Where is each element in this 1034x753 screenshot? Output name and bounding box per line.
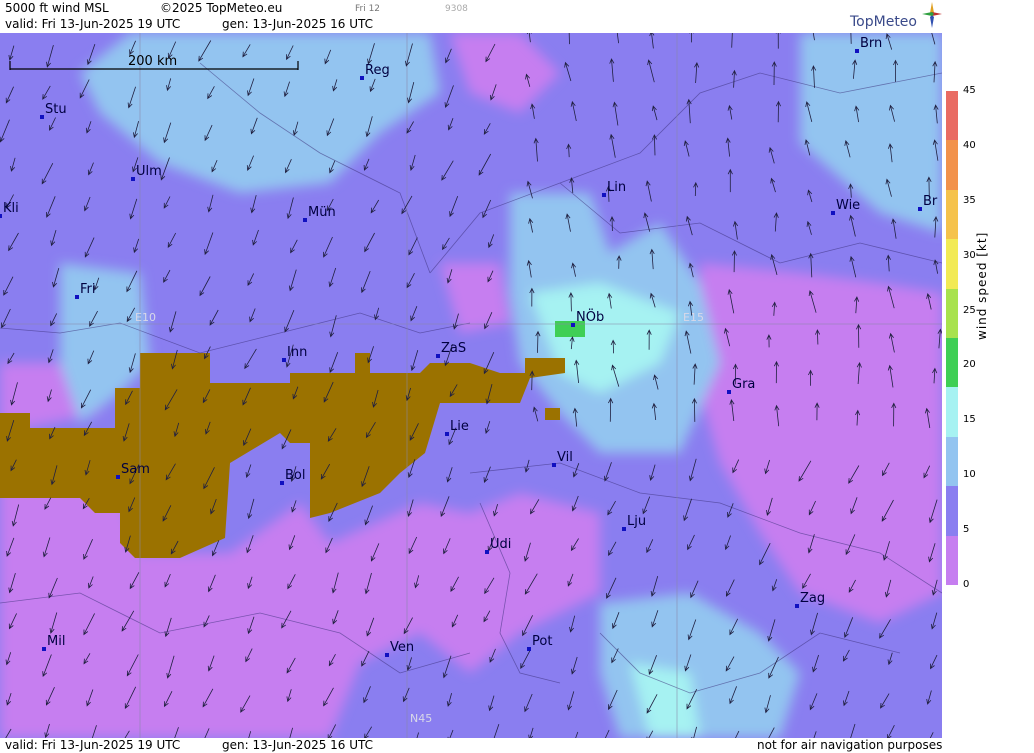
city-label-19: Udi — [490, 537, 511, 552]
city-marker-7 — [831, 211, 835, 215]
legend-color-band — [946, 239, 958, 289]
city-marker-9 — [75, 295, 79, 299]
city-label-5: Mün — [308, 205, 336, 220]
city-marker-1 — [360, 76, 364, 80]
city-label-2: Stu — [45, 102, 67, 117]
legend-color-band — [946, 140, 958, 190]
legend-tick-label: 45 — [963, 85, 976, 96]
city-marker-12 — [436, 354, 440, 358]
city-marker-4 — [0, 214, 2, 218]
legend-color-band — [946, 189, 958, 240]
copyright-text: ©2025 TopMeteo.eu — [160, 1, 283, 15]
city-label-22: Ven — [390, 640, 414, 655]
grid-label-e15: E15 — [683, 311, 704, 324]
city-marker-14 — [445, 432, 449, 436]
legend-color-band — [946, 436, 958, 487]
city-marker-5 — [303, 218, 307, 222]
city-label-10: NÖb — [576, 308, 604, 325]
legend-tick-label: 0 — [963, 579, 970, 590]
city-label-1: Reg — [365, 63, 390, 78]
city-label-14: Lie — [450, 419, 469, 434]
legend-color-band — [946, 486, 958, 536]
legend-color-band — [946, 338, 958, 388]
city-label-13: Gra — [732, 377, 755, 392]
city-marker-0 — [855, 49, 859, 53]
city-label-15: Vil — [557, 450, 573, 465]
city-label-8: Br — [923, 194, 938, 209]
city-label-4: Kli — [3, 201, 19, 216]
city-marker-22 — [385, 653, 389, 657]
city-marker-23 — [527, 647, 531, 651]
city-marker-3 — [131, 177, 135, 181]
wind-speed-legend — [946, 91, 958, 585]
city-label-0: Brn — [860, 36, 882, 51]
city-label-21: Mil — [47, 634, 65, 649]
legend-color-band — [946, 387, 958, 437]
legend-color-band — [946, 91, 958, 141]
legend-color-band — [946, 535, 958, 585]
city-marker-2 — [40, 115, 44, 119]
city-label-7: Wie — [836, 198, 860, 213]
city-marker-16 — [116, 475, 120, 479]
day-tab[interactable]: Fri 12 — [355, 4, 380, 14]
legend-title: wind speed [kt] — [975, 231, 989, 340]
wind-map[interactable]: E10 E15 N45 200 km Brn Reg Stu Ulm Kli Mün Lin… — [0, 33, 942, 738]
city-marker-20 — [795, 604, 799, 608]
city-marker-19 — [485, 550, 489, 554]
footer-valid-time: valid: Fri 13-Jun-2025 19 UTC — [5, 738, 181, 752]
city-marker-11 — [282, 358, 286, 362]
city-label-18: Lju — [627, 514, 646, 529]
city-label-11: Inn — [287, 345, 307, 360]
city-label-20: Zag — [800, 591, 825, 606]
wind-map-svg: E10 E15 N45 200 km Brn Reg Stu Ulm Kli Mün Lin… — [0, 33, 942, 738]
city-label-9: Fri — [80, 282, 96, 297]
city-label-12: ZaS — [441, 341, 466, 356]
legend-tick-label: 25 — [963, 304, 976, 316]
city-marker-18 — [622, 527, 626, 531]
compass-star-icon — [922, 2, 942, 28]
city-marker-10 — [571, 323, 575, 327]
city-marker-6 — [602, 193, 606, 197]
city-label-23: Pot — [532, 634, 552, 649]
legend-tick-label: 30 — [963, 249, 976, 261]
city-label-6: Lin — [607, 180, 626, 195]
legend-tick-label: 20 — [963, 359, 976, 371]
brand-logo-text: TopMeteo — [850, 14, 917, 30]
city-marker-8 — [918, 207, 922, 211]
disclaimer-text: not for air navigation purposes — [757, 738, 943, 752]
valid-time: valid: Fri 13-Jun-2025 19 UTC — [5, 17, 181, 31]
legend-tick-label: 10 — [963, 469, 976, 481]
map-code: 9308 — [445, 4, 468, 14]
city-marker-17 — [280, 481, 284, 485]
legend-tick-label: 5 — [963, 524, 970, 536]
generated-time: gen: 13-Jun-2025 16 UTC — [222, 17, 374, 31]
grid-label-e10: E10 — [135, 311, 156, 324]
city-label-16: Sam — [121, 462, 150, 477]
terrain-patch — [545, 408, 560, 420]
city-marker-13 — [727, 390, 731, 394]
footer-generated-time: gen: 13-Jun-2025 16 UTC — [222, 738, 374, 752]
legend-tick-label: 35 — [963, 194, 976, 206]
grid-label-n45: N45 — [410, 712, 432, 725]
legend-color-band — [946, 288, 958, 338]
city-label-17: Bol — [285, 468, 305, 483]
legend-tick-label: 40 — [963, 139, 976, 151]
city-marker-15 — [552, 463, 556, 467]
city-label-3: Ulm — [136, 164, 162, 179]
product-title: 5000 ft wind MSL — [5, 1, 109, 15]
legend-tick-label: 15 — [963, 414, 976, 426]
city-marker-21 — [42, 647, 46, 651]
scale-label: 200 km — [128, 54, 177, 69]
